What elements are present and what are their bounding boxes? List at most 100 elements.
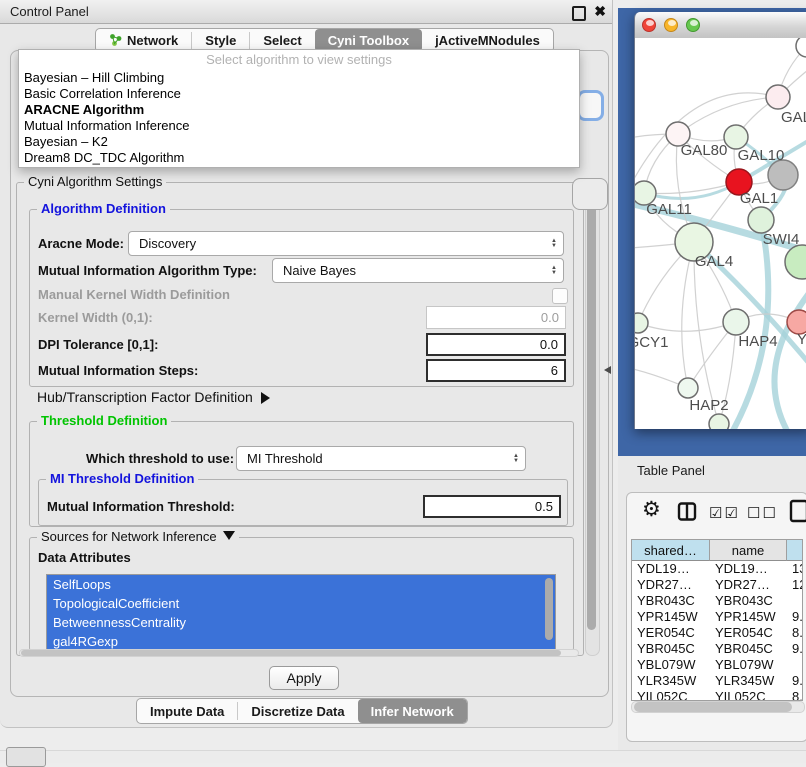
tab-label: Style [205, 33, 236, 48]
mi-threshold-title: MI Threshold Definition [46, 471, 198, 487]
table-hscrollbar-thumb[interactable] [634, 702, 792, 712]
table-row[interactable]: YBR043CYBR043C [632, 593, 803, 609]
node-table[interactable]: shared…nameA YDL19…YDL19…13YDR27…YDR27…1… [631, 539, 803, 701]
dpi-tolerance-input[interactable] [426, 333, 566, 356]
tab-label: Select [263, 33, 301, 48]
expanded-arrow-icon [223, 531, 235, 540]
network-canvas[interactable]: GALGAL80GAL10GAL1GAL11SWI4GAL4GCY1HAP4YH… [635, 38, 806, 429]
network-edge[interactable] [774, 288, 806, 429]
table-row[interactable]: YBL079WYBL079W [632, 657, 803, 673]
table-row[interactable]: YDL19…YDL19…13 [632, 561, 803, 577]
network-node[interactable] [709, 414, 729, 429]
network-node[interactable] [785, 245, 806, 279]
close-icon[interactable]: ✖ [594, 0, 606, 23]
deselect-all-icon[interactable]: ☐☐ [747, 504, 778, 522]
hub-section-toggle[interactable]: Hub/Transcription Factor Definition [37, 389, 270, 405]
which-threshold-combo[interactable]: MI Threshold ▲▼ [236, 446, 526, 471]
network-node-gal10[interactable] [724, 125, 748, 149]
column-layout-icon[interactable] [677, 502, 697, 521]
table-row[interactable]: YER054CYER054C8. [632, 625, 803, 641]
network-node[interactable] [796, 38, 806, 57]
network-edge[interactable] [682, 242, 694, 388]
zoom-traffic-light-icon[interactable] [686, 18, 700, 32]
control-panel-titlebar: Control Panel ✖ [0, 0, 612, 24]
attribute-option-betweennesscentrality[interactable]: BetweennessCentrality [47, 613, 555, 632]
network-node-swi4[interactable] [748, 207, 774, 233]
table-cell [787, 657, 803, 673]
minimize-traffic-light-icon[interactable] [664, 18, 678, 32]
settings-hscrollbar[interactable] [19, 649, 579, 657]
document-icon[interactable] [789, 499, 806, 523]
attribute-option-topologicalcoefficient[interactable]: TopologicalCoefficient [47, 594, 555, 613]
hscrollbar-thumb[interactable] [21, 650, 561, 656]
network-window-titlebar[interactable] [635, 12, 806, 39]
aracne-mode-combo[interactable]: Discovery ▲▼ [128, 231, 564, 256]
dpi-tolerance-label: DPI Tolerance [0,1]: [38, 333, 158, 356]
column-header-a[interactable]: A [787, 540, 803, 561]
cyni-algorithm-settings-group: Cyni Algorithm Settings Algorithm Defini… [16, 182, 584, 656]
table-row[interactable]: YPR145WYPR145W9. [632, 609, 803, 625]
table-hscrollbar[interactable] [631, 701, 805, 713]
mi-type-combo[interactable]: Naive Bayes ▲▼ [272, 258, 564, 283]
screenshot-root: { "window": { "title": "Control Panel" }… [0, 0, 806, 762]
tab-label: Impute Data [150, 704, 224, 719]
algorithm-option-aracne-algorithm[interactable]: ARACNE Algorithm [19, 102, 579, 118]
data-attributes-label: Data Attributes [38, 550, 131, 565]
close-traffic-light-icon[interactable] [642, 18, 656, 32]
manual-kernel-checkbox[interactable] [552, 288, 568, 304]
sources-group: Sources for Network Inference Data Attri… [29, 537, 574, 651]
table-row[interactable]: YDR27…YDR27…12 [632, 577, 803, 593]
table-cell: YIL052C [710, 689, 787, 701]
kernel-width-input[interactable] [426, 306, 566, 329]
sources-title[interactable]: Sources for Network Inference [37, 529, 239, 545]
spinner-arrows-icon: ▲▼ [551, 239, 557, 249]
network-node-gcy1[interactable] [635, 313, 648, 333]
select-all-icon[interactable]: ☑☑ [709, 504, 740, 522]
tab-label: Infer Network [371, 704, 454, 719]
tab-discretize-data[interactable]: Discretize Data [238, 699, 357, 723]
algorithm-option-basic-correlation-inference[interactable]: Basic Correlation Inference [19, 86, 579, 102]
table-row[interactable]: YLR345WYLR345W9. [632, 673, 803, 689]
mi-type-label: Mutual Information Algorithm Type: [38, 258, 257, 283]
mi-steps-input[interactable] [426, 359, 566, 382]
table-body: YDL19…YDL19…13YDR27…YDR27…12YBR043CYBR04… [632, 561, 802, 701]
tab-infer-network[interactable]: Infer Network [358, 699, 467, 723]
table-cell: YBR045C [632, 641, 710, 657]
network-node-gal[interactable] [766, 85, 790, 109]
settings-vscrollbar[interactable] [585, 184, 600, 656]
algorithm-option-bayesian-hill-climbing[interactable]: Bayesian – Hill Climbing [19, 70, 579, 86]
table-row[interactable]: YBR045CYBR045C9. [632, 641, 803, 657]
network-node-hap4[interactable] [723, 309, 749, 335]
table-panel: ⚙ ☑☑ ☐☐ shared…nameA YDL19…YDL19…13YDR27… [626, 492, 806, 742]
attribute-option-selfloops[interactable]: SelfLoops [47, 575, 555, 594]
apply-button[interactable]: Apply [269, 666, 339, 690]
network-node-hap2[interactable] [678, 378, 698, 398]
column-header-shared[interactable]: shared… [632, 540, 710, 561]
tab-impute-data[interactable]: Impute Data [137, 699, 237, 723]
algorithm-dropdown-popup: Select algorithm to view settings Bayesi… [18, 49, 580, 168]
algorithm-option-mutual-information-inference[interactable]: Mutual Information Inference [19, 118, 579, 134]
table-cell: YBL079W [632, 657, 710, 673]
list-scrollbar[interactable] [545, 578, 553, 640]
network-node[interactable] [768, 160, 798, 190]
table-cell: YDL19… [632, 561, 710, 577]
settings-gear-icon[interactable]: ⚙ [642, 497, 661, 522]
partial-focused-button[interactable] [577, 90, 604, 121]
partial-bottom-button[interactable] [6, 747, 46, 767]
column-header-name[interactable]: name [710, 540, 787, 561]
float-window-icon[interactable] [572, 6, 586, 21]
algorithm-option-bayesian-k2[interactable]: Bayesian – K2 [19, 134, 579, 150]
node-label-y: Y [797, 331, 806, 348]
network-edge[interactable] [638, 322, 736, 331]
algorithm-option-dream8-dc-tdc-algorithm[interactable]: Dream8 DC_TDC Algorithm [19, 150, 579, 166]
dropdown-items: Bayesian – Hill ClimbingBasic Correlatio… [19, 70, 579, 166]
mi-steps-label: Mutual Information Steps: [38, 359, 198, 382]
tab-label: Cyni Toolbox [328, 33, 409, 48]
table-row[interactable]: YIL052CYIL052C8. [632, 689, 803, 701]
vscrollbar-thumb[interactable] [587, 190, 596, 630]
which-threshold-label: Which threshold to use: [86, 446, 234, 471]
mi-threshold-input[interactable] [423, 495, 561, 518]
data-attributes-list[interactable]: SelfLoopsTopologicalCoefficientBetweenne… [46, 574, 556, 652]
algorithm-definition-group: Algorithm Definition Aracne Mode: Discov… [29, 209, 574, 387]
network-edge[interactable] [644, 182, 739, 198]
